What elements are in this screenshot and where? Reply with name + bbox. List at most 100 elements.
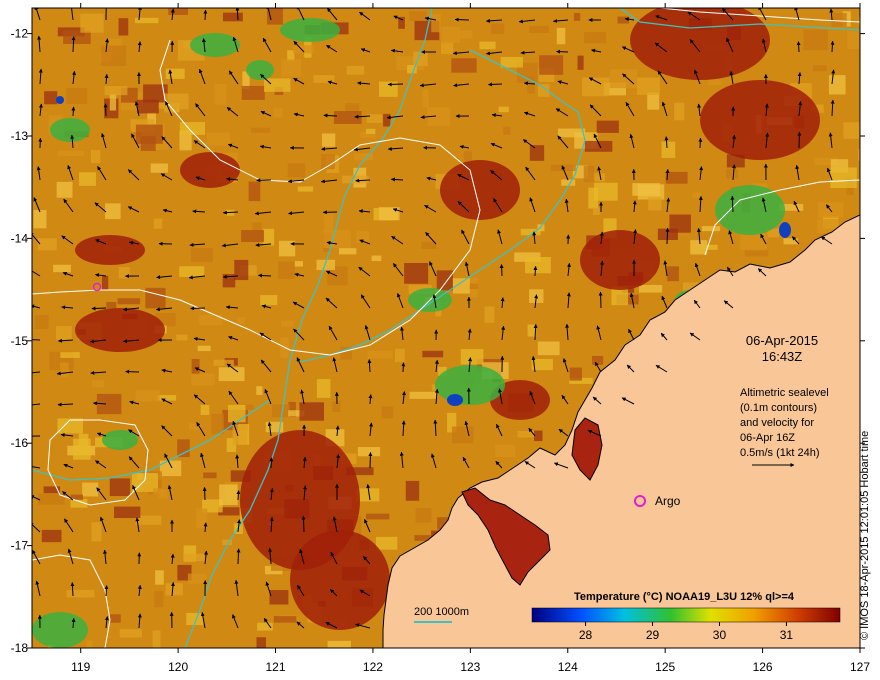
warm-region xyxy=(75,308,165,352)
sst-patch xyxy=(248,181,261,202)
sst-patch xyxy=(119,629,143,638)
sst-patch xyxy=(394,348,405,363)
sst-patch xyxy=(100,45,127,67)
sst-patch xyxy=(269,590,289,605)
sst-patch xyxy=(53,264,71,273)
sst-patch xyxy=(609,69,638,89)
sst-patch xyxy=(491,23,505,35)
sst-patch xyxy=(292,45,315,54)
sst-patch xyxy=(333,111,362,124)
sst-patch xyxy=(145,287,166,309)
velocity-arrow xyxy=(401,362,406,373)
sst-patch xyxy=(667,266,679,282)
sst-patch xyxy=(665,171,688,184)
sst-patch xyxy=(577,55,584,70)
sst-patch xyxy=(647,92,660,110)
sst-patch xyxy=(66,87,88,104)
sst-patch xyxy=(106,301,117,309)
sst-patch xyxy=(263,228,275,246)
sst-patch xyxy=(726,168,738,179)
velocity-arrow xyxy=(387,82,404,87)
sst-patch xyxy=(744,250,769,257)
sst-patch xyxy=(529,25,549,34)
sst-patch xyxy=(451,58,477,73)
sst-patch xyxy=(203,472,217,479)
sst-patch xyxy=(157,395,177,401)
sst-patch xyxy=(596,120,619,133)
sst-patch xyxy=(256,637,266,648)
velocity-arrow xyxy=(323,113,338,118)
sst-patch xyxy=(636,77,660,95)
sst-patch xyxy=(114,506,141,519)
velocity-arrow xyxy=(830,40,835,53)
sst-patch xyxy=(273,616,297,623)
bathy-legend-label: 200 1000m xyxy=(414,606,469,618)
sst-patch xyxy=(135,390,160,402)
sst-patch xyxy=(57,418,83,434)
sst-patch xyxy=(60,352,80,358)
sst-patch xyxy=(661,141,676,158)
longitude-labels: 119 120 121 122 123 124 125 126 127 xyxy=(71,660,870,674)
sst-patch xyxy=(539,55,564,75)
velocity-arrow xyxy=(32,339,41,341)
cbar-tick-label-29: 29 xyxy=(646,628,660,642)
velocity-arrow xyxy=(698,137,703,149)
sst-patch xyxy=(353,153,374,161)
sst-patch xyxy=(692,192,702,198)
sst-patch xyxy=(104,86,128,96)
sst-patch xyxy=(383,113,391,127)
cbar-tick-label-28: 28 xyxy=(579,628,593,642)
sst-patch xyxy=(321,133,336,147)
sst-patch xyxy=(534,430,543,442)
sst-patch xyxy=(783,238,798,245)
argo-label: Argo xyxy=(655,494,681,508)
sst-patch xyxy=(294,261,303,267)
sst-patch xyxy=(529,145,545,161)
sst-patch xyxy=(152,630,161,648)
sst-patch xyxy=(117,298,141,305)
sst-patch xyxy=(321,154,335,170)
sst-patch xyxy=(244,404,254,410)
sst-patch xyxy=(365,513,390,520)
lon-label-126: 126 xyxy=(753,660,773,674)
altimetry-line-4: 06-Apr 16Z xyxy=(740,432,795,444)
sst-patch xyxy=(828,75,846,95)
sst-patch xyxy=(843,122,860,139)
sst-patch xyxy=(80,13,104,33)
sst-patch xyxy=(674,102,685,121)
sst-patch xyxy=(57,150,85,156)
sst-patch xyxy=(191,358,200,375)
sst-patch xyxy=(638,284,663,293)
sst-patch xyxy=(153,218,163,229)
sst-patch xyxy=(118,18,129,36)
sst-patch xyxy=(190,247,213,262)
lat-label-m13: -13 xyxy=(11,129,29,143)
sst-patch xyxy=(287,163,306,178)
sst-patch xyxy=(150,163,168,173)
sst-patch xyxy=(66,589,95,598)
sst-patch xyxy=(479,41,496,50)
sst-patch xyxy=(241,230,265,242)
sst-patch xyxy=(211,413,225,435)
sst-patch xyxy=(313,75,335,83)
cold-spot xyxy=(56,96,64,104)
sst-patch xyxy=(498,106,509,113)
sst-patch xyxy=(436,270,454,291)
date-label: 06-Apr-2015 xyxy=(746,333,818,348)
warm-region xyxy=(75,235,145,265)
sst-patch xyxy=(165,583,183,596)
lon-label-122: 122 xyxy=(363,660,383,674)
sst-patch xyxy=(219,484,238,506)
sst-patch xyxy=(109,614,121,623)
cbar-tick-label-31: 31 xyxy=(780,628,794,642)
altimetry-line-1: Altimetric sealevel xyxy=(740,387,829,399)
sst-patch xyxy=(338,248,357,255)
sst-patch xyxy=(176,334,188,341)
sst-patch xyxy=(346,65,365,75)
cool-region xyxy=(280,18,340,42)
velocity-arrow xyxy=(499,264,504,277)
velocity-arrow xyxy=(487,82,503,87)
velocity-arrow xyxy=(368,452,373,469)
lon-label-127: 127 xyxy=(850,660,870,674)
sst-patch xyxy=(327,640,351,648)
